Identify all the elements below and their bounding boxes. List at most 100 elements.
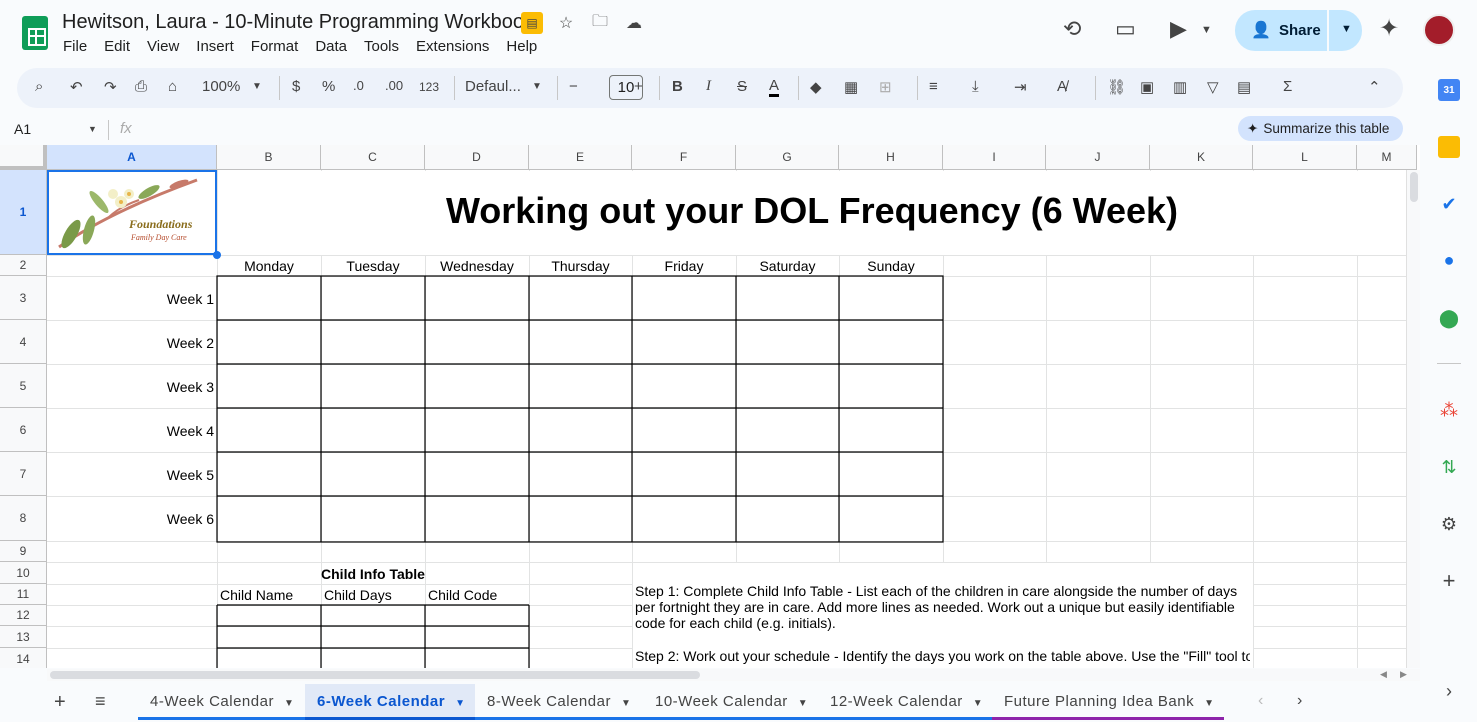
row-header-3[interactable]: 3 <box>0 276 47 320</box>
bold-button[interactable]: B <box>672 78 683 95</box>
maps-icon[interactable]: ⬤ <box>1438 307 1460 329</box>
horizontal-align-icon[interactable]: ≡ <box>929 78 938 95</box>
zoom-select[interactable]: 100% <box>202 78 240 95</box>
tab-dropdown-icon[interactable]: ▼ <box>1204 698 1214 709</box>
keep-icon[interactable] <box>1438 136 1460 158</box>
meet-dropdown-icon[interactable]: ▼ <box>1201 24 1212 36</box>
tab-dropdown-icon[interactable]: ▼ <box>973 698 983 709</box>
search-menus-icon[interactable]: ⌕ <box>35 78 43 95</box>
add-sheet-icon[interactable]: + <box>54 691 66 714</box>
share-button[interactable]: 👤 Share ▼ <box>1235 10 1362 51</box>
tab-10-week-calendar[interactable]: 10-Week Calendar ▼ <box>643 684 818 720</box>
column-header-d[interactable]: D <box>425 145 529 170</box>
insert-link-icon[interactable]: ⛓ <box>1107 78 1126 96</box>
column-header-a[interactable]: A <box>47 145 217 170</box>
decrease-font-size-button[interactable]: − <box>569 78 578 95</box>
tab-future-planning-idea-bank[interactable]: Future Planning Idea Bank ▼ <box>992 684 1224 720</box>
functions-icon[interactable]: Σ <box>1283 78 1292 95</box>
menu-tools[interactable]: Tools <box>364 38 399 55</box>
foundations-logo-image[interactable]: Foundations Family Day Care <box>47 170 217 255</box>
vertical-scroll-thumb[interactable] <box>1410 172 1418 202</box>
all-sheets-icon[interactable]: ≡ <box>95 691 106 712</box>
meet-icon[interactable]: ▶ <box>1170 16 1187 42</box>
text-rotation-icon[interactable]: A̸ <box>1057 78 1067 95</box>
tab-dropdown-icon[interactable]: ▼ <box>798 698 808 709</box>
filter-icon[interactable]: ▽ <box>1207 78 1219 96</box>
horizontal-scroll-thumb[interactable] <box>50 671 700 679</box>
filter-views-icon[interactable]: ▤ <box>1237 78 1251 96</box>
row-header-4[interactable]: 4 <box>0 320 47 364</box>
zoom-dropdown-icon[interactable]: ▼ <box>252 81 262 92</box>
add-addon-icon[interactable]: + <box>1438 568 1460 593</box>
row-header-6[interactable]: 6 <box>0 408 47 452</box>
italic-button[interactable]: I <box>706 78 711 95</box>
tab-dropdown-icon[interactable]: ▼ <box>284 698 294 709</box>
column-header-b[interactable]: B <box>217 145 321 170</box>
spreadsheet-grid[interactable]: A B C D E F G H I J K L M 1 2 3 4 5 6 7 … <box>0 145 1420 668</box>
row-header-7[interactable]: 7 <box>0 452 47 496</box>
borders-icon[interactable]: ▦ <box>844 78 858 96</box>
increase-font-size-button[interactable]: + <box>634 78 643 95</box>
column-header-m[interactable]: M <box>1357 145 1417 170</box>
name-box-dropdown-icon[interactable]: ▼ <box>88 124 97 134</box>
column-header-c[interactable]: C <box>321 145 425 170</box>
print-icon[interactable]: ⎙ <box>135 78 147 95</box>
next-tabs-icon[interactable]: › <box>1297 692 1302 710</box>
version-history-icon[interactable]: ⟲ <box>1063 16 1081 42</box>
column-header-j[interactable]: J <box>1046 145 1150 170</box>
sheets-logo-icon[interactable] <box>22 16 48 50</box>
expand-panel-icon[interactable]: › <box>1438 680 1460 702</box>
more-formats-button[interactable]: 123 <box>419 80 439 94</box>
comments-icon[interactable]: ▭ <box>1115 16 1136 42</box>
share-dropdown-icon[interactable]: ▼ <box>1341 23 1352 35</box>
row-header-8[interactable]: 8 <box>0 496 47 541</box>
tab-4-week-calendar[interactable]: 4-Week Calendar ▼ <box>138 684 305 720</box>
menu-file[interactable]: File <box>63 38 87 55</box>
menu-extensions[interactable]: Extensions <box>416 38 489 55</box>
column-header-k[interactable]: K <box>1150 145 1253 170</box>
column-header-f[interactable]: F <box>632 145 736 170</box>
menu-insert[interactable]: Insert <box>196 38 234 55</box>
row-header-5[interactable]: 5 <box>0 364 47 408</box>
merge-cells-icon[interactable]: ⊞ <box>879 78 892 96</box>
summarize-table-button[interactable]: ✦ Summarize this table <box>1238 116 1403 141</box>
text-color-button[interactable]: A <box>769 78 780 97</box>
strikethrough-button[interactable]: S <box>737 78 747 95</box>
select-all-corner[interactable] <box>0 145 47 170</box>
text-wrapping-icon[interactable]: ⇥ <box>1014 78 1027 96</box>
prev-tabs-icon[interactable]: ‹ <box>1258 692 1263 710</box>
name-box[interactable]: A1 <box>14 121 31 137</box>
menu-format[interactable]: Format <box>251 38 299 55</box>
scroll-left-icon[interactable]: ◀ <box>1380 669 1387 680</box>
row-header-1[interactable]: 1 <box>0 170 47 255</box>
row-header-2[interactable]: 2 <box>0 255 47 276</box>
font-dropdown-icon[interactable]: ▼ <box>532 81 542 92</box>
font-select[interactable]: Defaul... <box>465 78 521 95</box>
horizontal-scrollbar[interactable]: ◀ ▶ <box>47 669 1420 681</box>
row-header-9[interactable]: 9 <box>0 541 47 562</box>
tab-6-week-calendar[interactable]: 6-Week Calendar ▼ <box>305 684 475 720</box>
menu-data[interactable]: Data <box>315 38 347 55</box>
column-header-i[interactable]: I <box>943 145 1046 170</box>
vertical-align-icon[interactable]: ⤓ <box>972 78 979 95</box>
menu-view[interactable]: View <box>147 38 179 55</box>
insert-comment-icon[interactable]: ▣ <box>1140 78 1154 96</box>
cloud-status-icon[interactable]: ☁ <box>623 12 645 34</box>
menu-edit[interactable]: Edit <box>104 38 130 55</box>
row-header-12[interactable]: 12 <box>0 605 47 626</box>
comment-badge-icon[interactable]: ▤ <box>521 12 543 34</box>
redo-icon[interactable]: ↷ <box>104 78 117 96</box>
collapse-toolbar-icon[interactable]: ⌃ <box>1368 78 1381 96</box>
column-header-l[interactable]: L <box>1253 145 1357 170</box>
fill-color-icon[interactable]: ◆ <box>810 78 822 96</box>
tab-12-week-calendar[interactable]: 12-Week Calendar ▼ <box>818 684 992 720</box>
document-title[interactable]: Hewitson, Laura - 10-Minute Programming … <box>62 11 534 34</box>
undo-icon[interactable]: ↶ <box>70 78 83 96</box>
sort-arrows-icon[interactable]: ⇅ <box>1438 456 1460 478</box>
move-folder-icon[interactable]: 🗀 <box>589 12 611 34</box>
gemini-icon[interactable]: ✦ <box>1379 14 1399 43</box>
row-header-11[interactable]: 11 <box>0 584 47 605</box>
column-header-g[interactable]: G <box>736 145 839 170</box>
asana-icon[interactable]: ⁂ <box>1438 399 1460 421</box>
contacts-icon[interactable]: ● <box>1438 249 1460 271</box>
